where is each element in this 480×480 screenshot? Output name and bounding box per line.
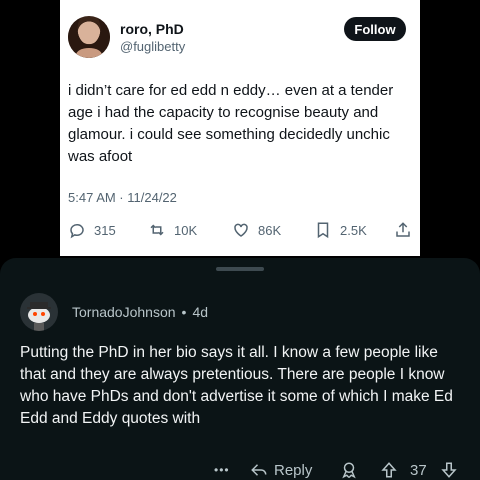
retweet-icon: [150, 224, 164, 236]
reply-button[interactable]: Reply: [250, 458, 312, 480]
tweet-retweet-count: 10K: [174, 222, 198, 238]
upvote-icon: [381, 462, 397, 478]
tweet-card: roro, PhD @fuglibetty Follow i didn’t ca…: [60, 0, 420, 256]
comment-age: 4d: [192, 304, 209, 320]
tweet-retweet-action[interactable]: 10K: [148, 218, 197, 242]
tweet-reply-count: 315: [94, 222, 116, 238]
comment-body: Putting the PhD in her bio says it all. …: [20, 344, 453, 427]
follow-button[interactable]: Follow: [344, 17, 406, 41]
tweet-reply-action[interactable]: 315: [68, 218, 116, 242]
more-options-button[interactable]: •••: [214, 458, 230, 480]
comment-sheet: TornadoJohnson • 4d Putting the PhD in her…: [0, 258, 480, 480]
heart-icon: [234, 223, 248, 237]
tweet-timestamp[interactable]: 5:47 AM · 11/24/22: [68, 190, 177, 205]
tweet-handle[interactable]: @fuglibetty: [120, 39, 185, 54]
tweet-bookmark-count: 2.5K: [340, 222, 367, 238]
tweet-display-name[interactable]: roro, PhD: [120, 21, 184, 37]
tweet-bookmark-action[interactable]: 2.5K: [314, 218, 367, 242]
share-icon: [396, 222, 410, 237]
screen: roro, PhD @fuglibetty Follow i didn’t ca…: [0, 0, 480, 480]
upvote-button[interactable]: [380, 458, 398, 480]
drag-handle[interactable]: [216, 267, 264, 271]
downvote-icon: [441, 462, 457, 478]
reply-label: Reply: [274, 461, 313, 479]
reply-arrow-icon: [251, 464, 267, 476]
reply-icon: [70, 224, 84, 239]
vote-count: 37: [410, 461, 427, 479]
tweet-actions: 315 10K 86K 2.5K: [60, 218, 420, 242]
comment-author[interactable]: TornadoJohnson: [72, 304, 176, 320]
downvote-button[interactable]: [440, 458, 458, 480]
bookmark-icon: [317, 222, 329, 239]
comment-meta: TornadoJohnson • 4d: [72, 304, 208, 320]
tweet-avatar[interactable]: [68, 16, 110, 58]
snoo-avatar-icon: [27, 302, 51, 331]
more-icon: •••: [214, 463, 230, 477]
vote-score: 37: [410, 458, 427, 480]
award-icon: [342, 462, 356, 479]
meta-separator: •: [181, 304, 187, 320]
tweet-like-action[interactable]: 86K: [232, 218, 281, 242]
comment-actions: ••• Reply 37: [0, 458, 480, 480]
tweet-text: i didn’t care for ed edd n eddy… even at…: [68, 82, 394, 165]
commenter-avatar[interactable]: [20, 293, 58, 331]
tweet-like-count: 86K: [258, 222, 282, 238]
tweet-share-action[interactable]: [394, 218, 412, 242]
award-button[interactable]: [340, 458, 358, 480]
